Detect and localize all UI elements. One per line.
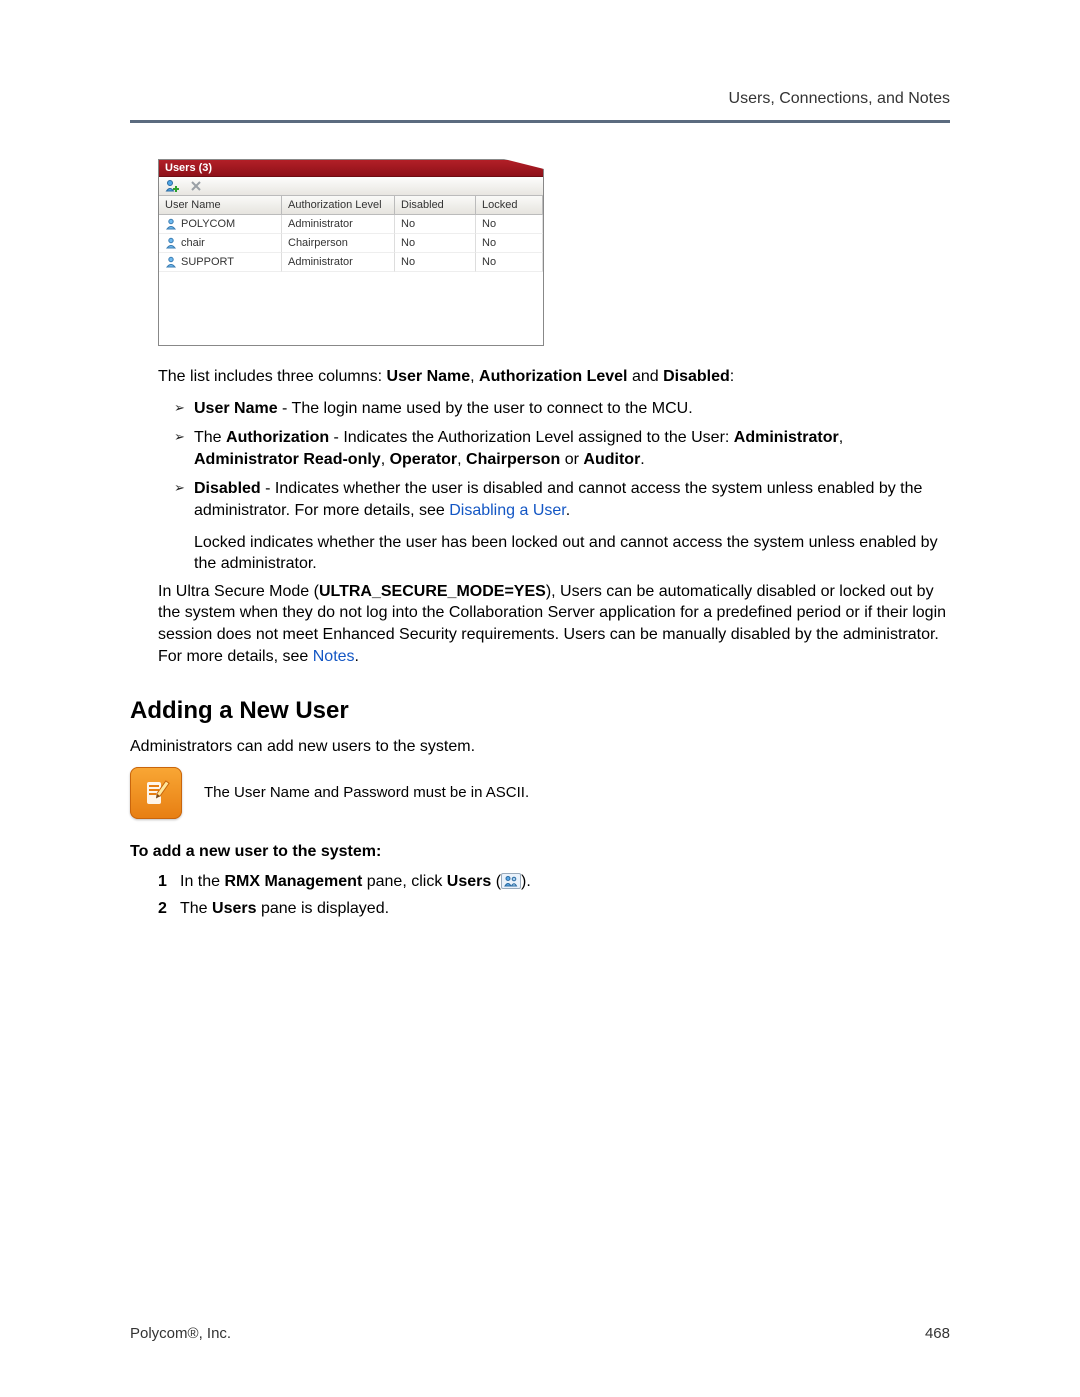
users-pane-title: Users (3) — [159, 160, 543, 177]
link-disabling-user[interactable]: Disabling a User — [449, 502, 566, 519]
header-rule — [130, 120, 950, 123]
user-icon — [165, 218, 177, 230]
step-2: The Users pane is displayed. — [158, 898, 950, 920]
cell-locked: No — [476, 253, 543, 272]
link-notes[interactable]: Notes — [313, 648, 355, 665]
locked-paragraph: Locked indicates whether the user has be… — [194, 532, 950, 575]
users-pane: Users (3) — [158, 159, 544, 346]
delete-user-icon[interactable] — [189, 179, 203, 193]
user-icon — [165, 237, 177, 249]
page-header-section: Users, Connections, and Notes — [130, 90, 950, 108]
cell-auth: Administrator — [282, 215, 395, 234]
cell-disabled: No — [395, 215, 476, 234]
bullet-authorization: The Authorization - Indicates the Author… — [174, 427, 950, 470]
user-icon — [165, 256, 177, 268]
column-bullets: User Name - The login name used by the u… — [174, 398, 950, 522]
steps-list: In the RMX Management pane, click Users … — [158, 871, 950, 920]
note-icon — [130, 767, 182, 819]
cell-auth: Administrator — [282, 253, 395, 272]
heading-adding-user: Adding a New User — [130, 695, 950, 727]
cell-disabled: No — [395, 234, 476, 253]
footer-page: 468 — [925, 1325, 950, 1342]
step-1: In the RMX Management pane, click Users … — [158, 871, 950, 893]
users-table-body: POLYCOM Administrator No No chair Chairp… — [159, 215, 543, 345]
users-table-header: User Name Authorization Level Disabled L… — [159, 196, 543, 215]
subhead-add-user: To add a new user to the system: — [130, 841, 950, 863]
adding-intro: Administrators can add new users to the … — [130, 736, 950, 758]
note-text: The User Name and Password must be in AS… — [204, 783, 529, 803]
table-row[interactable]: POLYCOM Administrator No No — [159, 215, 543, 234]
note-block: The User Name and Password must be in AS… — [130, 767, 950, 819]
col-username: User Name — [159, 196, 282, 215]
ultra-secure-paragraph: In Ultra Secure Mode (ULTRA_SECURE_MODE=… — [158, 581, 950, 667]
cell-disabled: No — [395, 253, 476, 272]
cell-username: chair — [181, 237, 205, 249]
cell-locked: No — [476, 215, 543, 234]
bullet-disabled: Disabled - Indicates whether the user is… — [174, 478, 950, 521]
cell-username: POLYCOM — [181, 218, 235, 230]
col-authlevel: Authorization Level — [282, 196, 395, 215]
cell-auth: Chairperson — [282, 234, 395, 253]
columns-intro: The list includes three columns: User Na… — [158, 366, 950, 388]
col-locked: Locked — [476, 196, 543, 215]
users-pane-toolbar — [159, 177, 543, 196]
add-user-icon[interactable] — [165, 179, 179, 193]
cell-username: SUPPORT — [181, 256, 234, 268]
bullet-username: User Name - The login name used by the u… — [174, 398, 950, 420]
cell-locked: No — [476, 234, 543, 253]
table-row[interactable]: chair Chairperson No No — [159, 234, 543, 253]
col-disabled: Disabled — [395, 196, 476, 215]
footer-company: Polycom®, Inc. — [130, 1325, 231, 1342]
table-row[interactable]: SUPPORT Administrator No No — [159, 253, 543, 272]
users-button-icon — [501, 873, 521, 889]
